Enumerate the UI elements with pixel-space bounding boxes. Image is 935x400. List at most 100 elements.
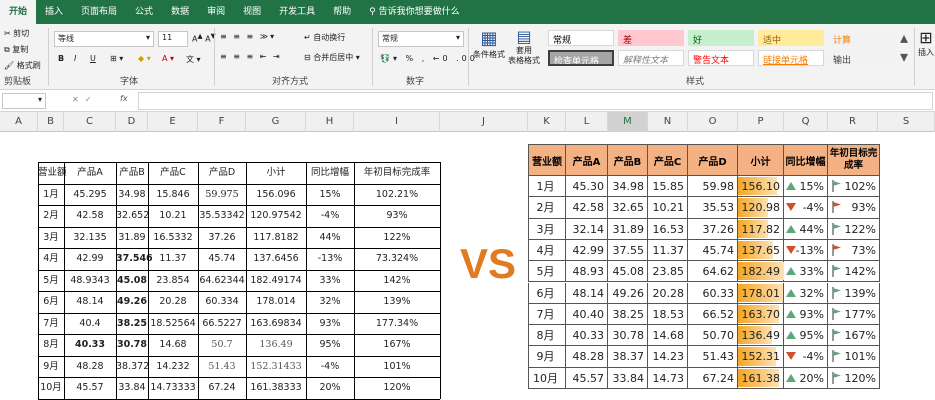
column-header-K[interactable]: K [528,112,566,132]
worksheet[interactable]: 营业额 产品A 产品B 产品C 产品D 小计 同比增幅 年初目标完成率 1月 45.295 34.9… [0,132,935,400]
left-table-cell: 8月 [43,339,59,350]
left-table-cell: 167% [383,339,411,350]
column-header-M[interactable]: M [608,112,648,132]
column-header-G[interactable]: G [246,112,306,132]
column-header-S[interactable]: S [878,112,935,132]
column-header-L[interactable]: L [566,112,608,132]
number-format-select[interactable]: 常规 ▾ [378,31,464,47]
column-header-N[interactable]: N [648,112,688,132]
formula-input[interactable] [138,92,933,110]
merge-center-button[interactable]: ⊟ 合并后居中 ▾ [304,52,360,63]
format-as-table-button[interactable]: ▤ 套用 表格格式 [506,28,542,66]
cell-style-9[interactable]: 输出 [828,50,894,66]
wrap-text-button[interactable]: ↵ 自动换行 [304,32,345,43]
cut-button[interactable]: ✂ 剪切 [4,28,29,39]
italic-button[interactable]: I [74,54,76,63]
style-scroll-icon[interactable]: ▴ ▾ [900,28,908,66]
column-header-D[interactable]: D [116,112,148,132]
column-header-A[interactable]: A [0,112,38,132]
phonetic-icon[interactable]: 文 ▾ [186,54,201,65]
font-name-select[interactable]: 等线 ▾ [54,31,154,47]
cell-style-6[interactable]: 解释性文本 [618,50,684,66]
right-table-cell: 42.58 [566,197,608,219]
left-table-cell: 33% [319,274,341,286]
cell-style-8[interactable]: 链接单元格 [758,50,824,66]
cell-style-7[interactable]: 警告文本 [688,50,754,66]
column-header-P[interactable]: P [738,112,784,132]
vertical-align-icons[interactable]: ≡ ≡ ≡ ≫▾ [220,32,276,41]
tab-4[interactable]: 数据 [162,0,198,24]
font-color-icon[interactable]: A ▾ [162,54,174,63]
column-header-Q[interactable]: Q [784,112,828,132]
column-header-C[interactable]: C [64,112,116,132]
left-table-cell: 20.28 [159,296,187,307]
left-table-cell: 18.52564 [150,317,196,329]
tell-me-search[interactable]: ⚲ 告诉我你想要做什么 [360,0,468,24]
column-header-O[interactable]: O [688,112,738,132]
cell-style-1[interactable]: 差 [618,30,684,46]
left-table-cell: 1月 [43,188,59,200]
column-header-R[interactable]: R [828,112,878,132]
right-table-cell: 59.98 [688,176,738,198]
column-header-F[interactable]: F [198,112,246,132]
formula-cancel-confirm[interactable]: ✕✓ [72,95,97,104]
cell-style-3[interactable]: 适中 [758,30,824,46]
right-table-cell: 139% [828,282,880,304]
right-table-cell: 49.26 [608,282,648,304]
cell-style-5[interactable]: 检查单元格 [548,50,614,66]
ribbon: ✂ 剪切 ⧉ 复制 🖌 格式刷 剪贴板 等线 ▾ 11 A▲ A▼ B I U ⊞… [0,24,935,90]
left-table-cell: 45.295 [73,188,107,200]
column-header-E[interactable]: E [148,112,198,132]
border-icon[interactable]: ⊞ ▾ [110,54,123,63]
left-table-cell: 14.232 [156,360,190,372]
tab-1[interactable]: 插入 [36,0,72,24]
right-table-cell: 45.30 [566,176,608,198]
cell-style-4[interactable]: 计算 [828,30,894,46]
right-table-cell: 33.84 [608,367,648,389]
format-painter-button[interactable]: 🖌 格式刷 [4,60,41,71]
rate-value: 177% [844,307,876,321]
right-table-cell: 167% [828,325,880,347]
font-name-value: 等线 [58,34,74,43]
tab-8[interactable]: 帮助 [324,0,360,24]
copy-button[interactable]: ⧉ 复制 [4,44,28,55]
flag-icon [832,371,841,384]
grid-line [116,162,117,399]
number-format-value: 常规 [382,34,398,43]
font-size-select[interactable]: 11 [158,31,188,47]
name-box[interactable]: ▾ [2,93,46,109]
tab-3[interactable]: 公式 [126,0,162,24]
comma-button[interactable]: , [422,54,428,63]
column-header-H[interactable]: H [306,112,354,132]
tab-5[interactable]: 审阅 [198,0,234,24]
underline-button[interactable]: U [90,54,96,63]
tab-2[interactable]: 页面布局 [72,0,126,24]
rate-value: 73% [851,243,876,257]
right-table-cell: 45.08 [608,261,648,283]
insert-cells-button[interactable]: ⊞ 插入 [918,28,934,58]
right-table-cell: 44% [784,218,828,240]
grid-line [198,162,199,399]
column-header-B[interactable]: B [38,112,64,132]
bold-button[interactable]: B [58,54,64,63]
tab-7[interactable]: 开发工具 [270,0,324,24]
right-table-cell: 48.14 [566,282,608,304]
fill-color-icon[interactable]: ◆ ▾ [138,54,151,63]
left-table-cell: 101% [383,360,411,372]
right-table-cell: 40.40 [566,303,608,326]
tab-6[interactable]: 视图 [234,0,270,24]
column-header-I[interactable]: I [354,112,440,132]
insert-function-button[interactable]: fx [120,94,128,103]
conditional-format-button[interactable]: ▦ 条件格式 [472,28,506,60]
number-format-buttons[interactable]: 💱▾ % , ←0 .00 [380,54,478,63]
cell-style-2[interactable]: 好 [688,30,754,46]
right-table-cell: 102% [828,176,880,198]
grow-font-button[interactable]: A▲ A▼ [192,32,216,44]
tab-0[interactable]: 开始 [0,0,37,24]
column-header-J[interactable]: J [440,112,528,132]
horizontal-align-icons[interactable]: ≡ ≡ ≡ ⇤ ⇥ [220,52,282,61]
yoy-value: 93% [799,307,824,321]
cell-style-0[interactable]: 常规 [548,30,614,46]
percent-button[interactable]: % [406,54,417,63]
left-header-cell: 小计 [266,167,286,178]
